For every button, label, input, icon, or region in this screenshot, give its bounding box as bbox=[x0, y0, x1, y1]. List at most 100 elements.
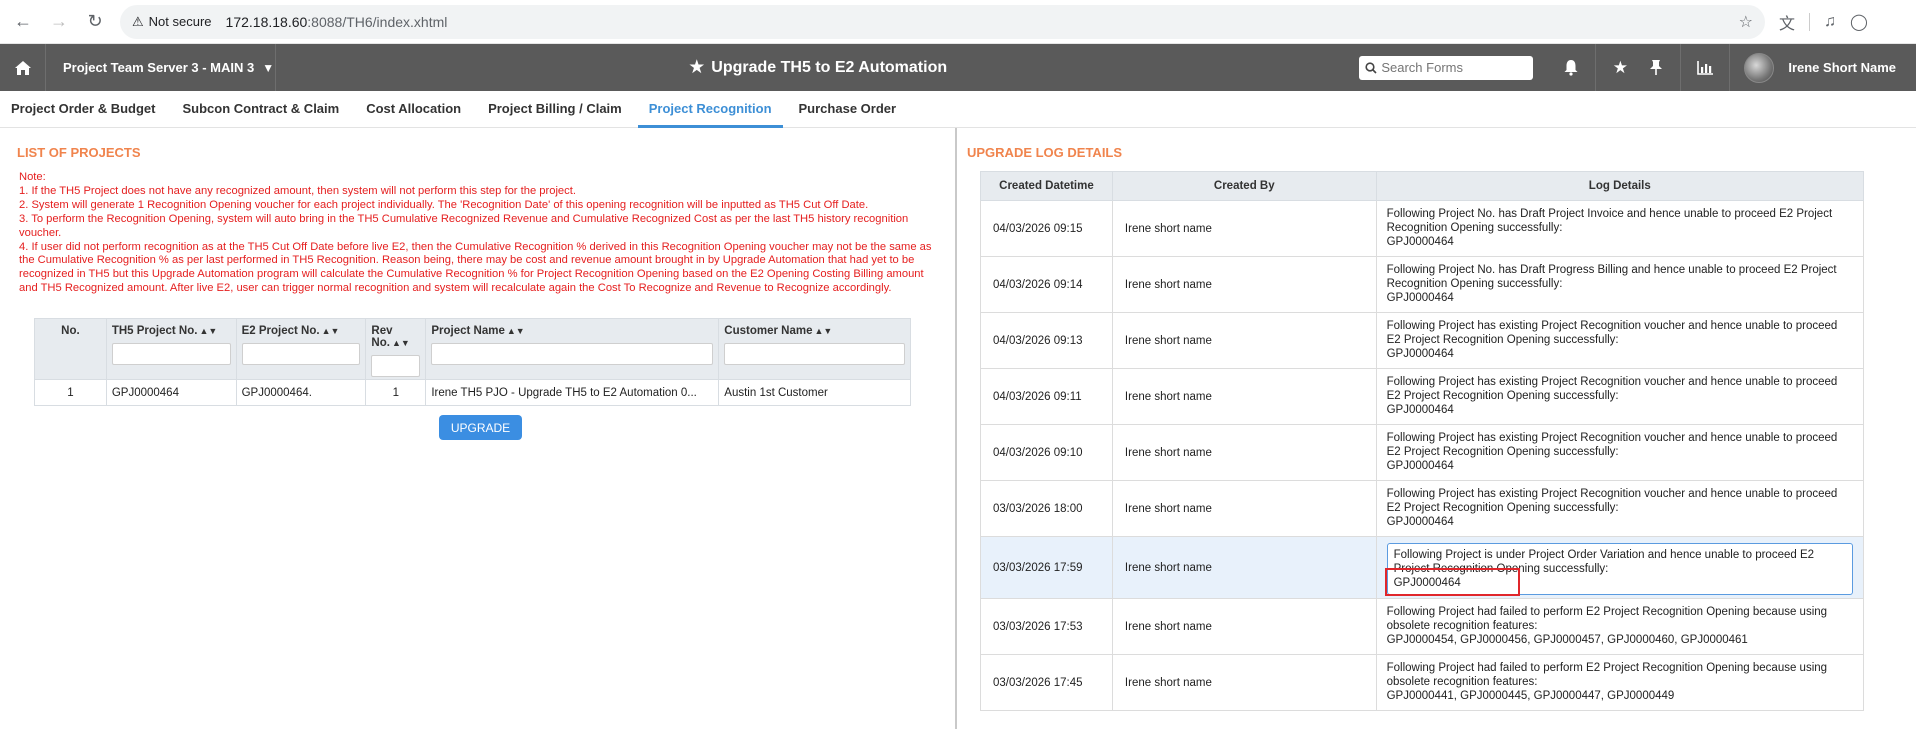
cell-log-details[interactable]: Following Project has existing Project R… bbox=[1375, 312, 1865, 369]
log-row[interactable]: 04/03/2026 09:14 Irene short name Followin… bbox=[980, 256, 1865, 313]
tab-project-order-budget[interactable]: Project Order & Budget bbox=[0, 101, 166, 127]
filter-e2-project-input[interactable] bbox=[241, 343, 361, 365]
sort-icon[interactable]: ▲▼ bbox=[199, 326, 217, 336]
log-details-project-list: GPJ0000464 bbox=[1386, 236, 1454, 248]
log-table: Created Datetime Created By Log Details … bbox=[980, 171, 1865, 711]
filter-project-name-input[interactable] bbox=[431, 343, 714, 365]
header-divider bbox=[1729, 44, 1731, 91]
note-item: 1. If the TH5 Project does not have any … bbox=[19, 184, 576, 197]
address-bar[interactable]: ⚠ Not secure 172.18.18.60:8088/TH6/index… bbox=[120, 4, 1765, 39]
cell-log-details[interactable]: Following Project had failed to perform … bbox=[1375, 654, 1865, 711]
cell-created-by: Irene short name bbox=[1111, 368, 1377, 425]
tab-cost-allocation[interactable]: Cost Allocation bbox=[355, 101, 472, 127]
cell-log-details[interactable]: Following Project No. has Draft Progress… bbox=[1375, 256, 1865, 313]
cell-log-details[interactable]: Following Project is under Project Order… bbox=[1375, 536, 1865, 599]
log-row[interactable]: 03/03/2026 17:53 Irene short name Followin… bbox=[980, 598, 1865, 655]
favorites-star-icon[interactable]: ★ bbox=[1602, 44, 1638, 91]
cell-created-by: Irene short name bbox=[1111, 424, 1377, 481]
toolbar-separator bbox=[1809, 12, 1811, 31]
chart-icon[interactable] bbox=[1687, 44, 1723, 91]
cell-log-details[interactable]: Following Project has existing Project R… bbox=[1375, 480, 1865, 537]
tab-purchase-order[interactable]: Purchase Order bbox=[788, 101, 908, 127]
bell-icon[interactable] bbox=[1553, 44, 1589, 91]
log-details-text: Following Project has existing Project R… bbox=[1387, 375, 1853, 419]
note-block: Note: 1. If the TH5 Project does not hav… bbox=[19, 171, 944, 296]
cell-created-by: Irene short name bbox=[1111, 256, 1377, 313]
user-name[interactable]: Irene Short Name bbox=[1788, 60, 1916, 75]
sort-icon[interactable]: ▲▼ bbox=[507, 326, 525, 336]
col-header-label: No. bbox=[61, 325, 80, 337]
col-header-e2-project-no[interactable]: E2 Project No. ▲▼ bbox=[235, 318, 367, 380]
col-header-th5-project-no[interactable]: TH5 Project No. ▲▼ bbox=[105, 318, 237, 380]
log-details-project-list: GPJ0000464 bbox=[1386, 516, 1454, 528]
bookmark-star-icon[interactable]: ☆ bbox=[1739, 12, 1753, 32]
log-details-message: Following Project No. has Draft Project … bbox=[1386, 208, 1833, 234]
log-row[interactable]: 03/03/2026 18:00 Irene short name Followin… bbox=[980, 480, 1865, 537]
log-details-text: Following Project No. has Draft Progress… bbox=[1387, 263, 1853, 307]
log-row[interactable]: 04/03/2026 09:13 Irene short name Followin… bbox=[980, 312, 1865, 369]
log-details-message: Following Project No. has Draft Progress… bbox=[1386, 264, 1837, 290]
cell-log-details[interactable]: Following Project has existing Project R… bbox=[1375, 368, 1865, 425]
tab-project-recognition[interactable]: Project Recognition bbox=[637, 101, 783, 128]
caret-down-icon: ▼ bbox=[262, 60, 275, 75]
note-item: 2. System will generate 1 Recognition Op… bbox=[19, 198, 869, 211]
page-title: ★ Upgrade TH5 to E2 Automation bbox=[276, 56, 1359, 79]
header-divider bbox=[1595, 44, 1597, 91]
upgrade-button[interactable]: UPGRADE bbox=[439, 415, 522, 440]
note-label: Note: bbox=[19, 171, 46, 183]
col-header-label: Rev No. bbox=[371, 325, 393, 349]
filter-th5-project-input[interactable] bbox=[111, 343, 231, 365]
cell-created-datetime: 03/03/2026 17:45 bbox=[980, 654, 1113, 711]
sort-icon[interactable]: ▲▼ bbox=[814, 326, 832, 336]
projects-table: No. TH5 Project No. ▲▼ E2 Project No. ▲▼ R… bbox=[34, 318, 911, 406]
table-row[interactable]: 1 GPJ0000464 GPJ0000464. 1 Irene TH5 PJO… bbox=[34, 379, 911, 406]
col-header-label: Customer Name bbox=[724, 325, 813, 337]
sort-icon[interactable]: ▲▼ bbox=[322, 326, 340, 336]
log-row[interactable]: 04/03/2026 09:11 Irene short name Followin… bbox=[980, 368, 1865, 425]
reload-icon[interactable]: ↻ bbox=[80, 7, 110, 37]
cell-rev-no: 1 bbox=[365, 379, 427, 406]
cell-created-by: Irene short name bbox=[1111, 480, 1377, 537]
server-name: Project Team Server 3 - MAIN 3 bbox=[63, 60, 255, 75]
header-divider bbox=[1680, 44, 1682, 91]
back-icon[interactable]: ← bbox=[8, 7, 38, 37]
list-of-projects-panel: LIST OF PROJECTS Note: 1. If the TH5 Pro… bbox=[0, 128, 955, 729]
cell-e2-project-no: GPJ0000464. bbox=[235, 379, 367, 406]
cell-log-details[interactable]: Following Project had failed to perform … bbox=[1375, 598, 1865, 655]
translate-icon[interactable]: 文 bbox=[1779, 10, 1795, 34]
cell-log-details[interactable]: Following Project has existing Project R… bbox=[1375, 424, 1865, 481]
cell-customer-name: Austin 1st Customer bbox=[718, 379, 911, 406]
col-header-no: No. bbox=[34, 318, 107, 380]
filter-rev-no-input[interactable] bbox=[371, 355, 421, 377]
page-title-text: Upgrade TH5 to E2 Automation bbox=[711, 58, 948, 76]
cell-log-details[interactable]: Following Project No. has Draft Project … bbox=[1375, 200, 1865, 257]
log-details-text: Following Project has existing Project R… bbox=[1387, 487, 1853, 531]
col-header-project-name[interactable]: Project Name ▲▼ bbox=[425, 318, 720, 380]
cell-no: 1 bbox=[34, 379, 107, 406]
cell-created-by: Irene short name bbox=[1111, 200, 1377, 257]
pin-icon[interactable] bbox=[1638, 44, 1674, 91]
note-item: 4. If user did not perform recognition a… bbox=[19, 240, 932, 295]
home-button[interactable] bbox=[0, 44, 46, 91]
col-header-rev-no[interactable]: Rev No. ▲▼ bbox=[365, 318, 427, 380]
tab-project-billing-claim[interactable]: Project Billing / Claim bbox=[477, 101, 633, 127]
star-icon[interactable]: ★ bbox=[688, 56, 705, 79]
tab-subcon-contract-claim[interactable]: Subcon Contract & Claim bbox=[171, 101, 350, 127]
search-input[interactable] bbox=[1381, 60, 1522, 75]
log-row[interactable]: 03/03/2026 17:59 Irene short name Followin… bbox=[980, 536, 1865, 599]
log-details-project-list: GPJ0000464 bbox=[1386, 292, 1454, 304]
log-row[interactable]: 04/03/2026 09:10 Irene short name Followin… bbox=[980, 424, 1865, 481]
filter-customer-name-input[interactable] bbox=[724, 343, 905, 365]
forward-icon[interactable]: → bbox=[44, 7, 74, 37]
log-row[interactable]: 03/03/2026 17:45 Irene short name Followin… bbox=[980, 654, 1865, 711]
profile-icon[interactable]: ◯ bbox=[1850, 12, 1868, 32]
sort-icon[interactable]: ▲▼ bbox=[392, 338, 410, 348]
search-forms-box[interactable] bbox=[1359, 55, 1534, 80]
col-header-created-by: Created By bbox=[1111, 171, 1377, 201]
avatar[interactable] bbox=[1744, 52, 1775, 83]
col-header-customer-name[interactable]: Customer Name ▲▼ bbox=[718, 318, 911, 380]
media-icon[interactable]: ♫ bbox=[1824, 13, 1836, 31]
log-row[interactable]: 04/03/2026 09:15 Irene short name Followin… bbox=[980, 200, 1865, 257]
server-selector[interactable]: Project Team Server 3 - MAIN 3 ▼ bbox=[46, 44, 276, 91]
browser-toolbar: ← → ↻ ⚠ Not secure 172.18.18.60:8088/TH6… bbox=[0, 0, 1916, 44]
